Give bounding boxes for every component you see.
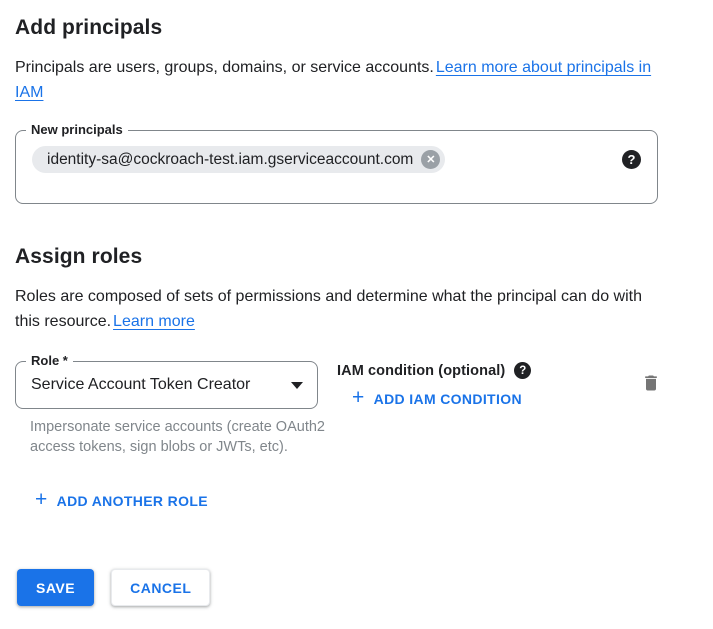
role-row: Role * Service Account Token Creator Imp… [15,361,673,457]
iam-condition-label: IAM condition (optional) [337,363,505,379]
add-principals-heading: Add principals [15,16,673,40]
role-select-value: Service Account Token Creator [31,376,281,394]
chevron-down-icon [291,382,303,389]
dialog-actions: SAVE CANCEL [17,569,673,606]
delete-role-button[interactable] [639,371,663,395]
principals-description: Principals are users, groups, domains, o… [15,55,670,105]
roles-description-text: Roles are composed of sets of permission… [15,288,642,330]
add-principals-panel: Add principals Principals are users, gro… [0,0,673,606]
trash-icon [641,373,661,393]
add-another-role-button[interactable]: + ADD ANOTHER ROLE [35,493,208,509]
role-column: Role * Service Account Token Creator Imp… [15,361,318,457]
save-button[interactable]: SAVE [17,569,94,606]
plus-icon: + [352,391,365,405]
new-principals-label: New principals [26,122,128,138]
add-another-role-label: ADD ANOTHER ROLE [57,493,208,509]
iam-condition-help-icon[interactable]: ? [514,362,531,379]
iam-condition-label-row: IAM condition (optional) ? [337,362,639,379]
role-helper-text: Impersonate service accounts (create OAu… [30,418,330,457]
add-iam-condition-button[interactable]: + ADD IAM CONDITION [352,391,522,407]
role-select[interactable]: Role * Service Account Token Creator [15,361,318,409]
roles-description: Roles are composed of sets of permission… [15,284,670,334]
cancel-button[interactable]: CANCEL [111,569,210,606]
add-iam-condition-label: ADD IAM CONDITION [374,391,522,407]
principals-description-text: Principals are users, groups, domains, o… [15,59,434,76]
principal-chip-text: identity-sa@cockroach-test.iam.gservicea… [47,151,413,169]
new-principals-field[interactable]: New principals identity-sa@cockroach-tes… [15,130,658,204]
iam-condition-column: IAM condition (optional) ? + ADD IAM CON… [337,361,639,410]
learn-more-roles-link[interactable]: Learn more [113,313,195,330]
chip-remove-icon[interactable]: ✕ [421,150,440,169]
assign-roles-heading: Assign roles [15,245,673,269]
principal-chip: identity-sa@cockroach-test.iam.gservicea… [32,146,445,173]
principals-help-icon[interactable]: ? [622,150,641,169]
role-select-label: Role * [26,353,73,369]
plus-icon: + [35,493,48,507]
